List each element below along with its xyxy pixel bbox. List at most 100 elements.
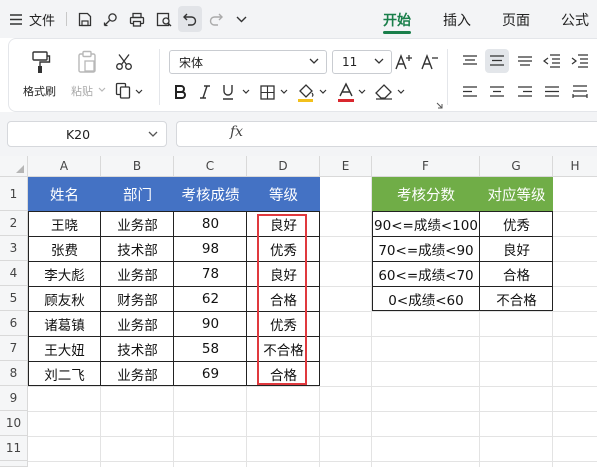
table-header-cell[interactable]: 考核成绩 bbox=[174, 177, 247, 211]
borders-icon[interactable] bbox=[258, 83, 276, 101]
fill-color-dropdown-icon[interactable] bbox=[319, 88, 327, 96]
hamburger-menu-icon[interactable] bbox=[8, 0, 24, 38]
paste-dropdown-icon[interactable] bbox=[98, 86, 106, 94]
lookup-cell[interactable]: 不合格 bbox=[480, 286, 553, 311]
font-color-dropdown-icon[interactable] bbox=[358, 88, 366, 96]
paste-icon[interactable] bbox=[75, 49, 99, 75]
table-cell[interactable]: 技术部 bbox=[101, 236, 174, 261]
decrease-font-size-icon[interactable] bbox=[419, 51, 441, 73]
align-center-icon[interactable] bbox=[487, 82, 507, 102]
lookup-header-cell[interactable]: 考核分数 bbox=[372, 177, 480, 211]
clear-format-icon[interactable] bbox=[373, 82, 395, 102]
row-header-7[interactable]: 7 bbox=[0, 336, 28, 361]
lookup-header-cell[interactable]: 对应等级 bbox=[480, 177, 553, 211]
table-cell[interactable]: 财务部 bbox=[101, 286, 174, 311]
table-cell[interactable]: 69 bbox=[174, 361, 247, 386]
decrease-indent-icon[interactable] bbox=[542, 51, 562, 71]
distributed-align-icon[interactable] bbox=[570, 82, 590, 102]
table-cell[interactable]: 业务部 bbox=[101, 311, 174, 336]
align-top-icon[interactable] bbox=[460, 51, 480, 71]
column-header-d[interactable]: D bbox=[247, 156, 320, 177]
row-header-12[interactable] bbox=[0, 461, 28, 467]
insert-function-icon[interactable]: fx bbox=[230, 124, 243, 140]
column-header-h[interactable]: H bbox=[553, 156, 597, 177]
table-cell[interactable]: 80 bbox=[174, 211, 247, 236]
column-header-a[interactable]: A bbox=[28, 156, 101, 177]
name-box[interactable]: K20 bbox=[7, 121, 167, 147]
lookup-cell[interactable]: 优秀 bbox=[480, 211, 553, 236]
row-header-11[interactable]: 11 bbox=[0, 436, 28, 461]
tab-insert[interactable]: 插入 bbox=[443, 10, 471, 30]
align-bottom-icon[interactable] bbox=[515, 51, 535, 71]
row-header-6[interactable]: 6 bbox=[0, 311, 28, 336]
table-header-cell[interactable]: 姓名 bbox=[28, 177, 101, 211]
column-header-f[interactable]: F bbox=[372, 156, 480, 177]
table-cell[interactable]: 业务部 bbox=[101, 211, 174, 236]
align-left-icon[interactable] bbox=[460, 82, 480, 102]
table-cell[interactable]: 技术部 bbox=[101, 336, 174, 361]
row-header-8[interactable]: 8 bbox=[0, 361, 28, 386]
fill-color-icon[interactable] bbox=[295, 81, 317, 103]
lookup-cell[interactable]: 良好 bbox=[480, 236, 553, 261]
quick-access-dropdown-icon[interactable] bbox=[233, 0, 249, 38]
format-painter-label[interactable]: 格式刷 bbox=[23, 83, 56, 99]
row-header-2[interactable]: 2 bbox=[0, 211, 28, 236]
table-cell[interactable]: 王大妞 bbox=[28, 336, 101, 361]
column-header-c[interactable]: C bbox=[174, 156, 247, 177]
lookup-cell[interactable]: 合格 bbox=[480, 261, 553, 286]
share-icon[interactable] bbox=[101, 0, 119, 38]
row-header-3[interactable]: 3 bbox=[0, 236, 28, 261]
spreadsheet-grid[interactable]: A B C D E F G H 1 2 3 4 5 6 7 8 9 10 11 … bbox=[0, 156, 597, 467]
increase-font-size-icon[interactable] bbox=[393, 51, 415, 73]
align-middle-icon[interactable] bbox=[485, 49, 509, 73]
redo-icon[interactable] bbox=[207, 0, 225, 38]
underline-dropdown-icon[interactable] bbox=[242, 88, 250, 96]
table-cell[interactable]: 90 bbox=[174, 311, 247, 336]
font-name-select[interactable]: 宋体 bbox=[169, 50, 327, 74]
table-cell[interactable]: 98 bbox=[174, 236, 247, 261]
print-preview-icon[interactable] bbox=[154, 0, 174, 38]
font-dialog-launcher-icon[interactable] bbox=[435, 101, 443, 109]
font-color-icon[interactable] bbox=[335, 81, 357, 103]
column-header-g[interactable]: G bbox=[480, 156, 553, 177]
row-header-1[interactable]: 1 bbox=[0, 177, 28, 211]
lookup-cell[interactable]: 70<=成绩<90 bbox=[372, 236, 480, 261]
row-header-4[interactable]: 4 bbox=[0, 261, 28, 286]
tab-home[interactable]: 开始 bbox=[383, 10, 411, 30]
table-cell[interactable]: 业务部 bbox=[101, 361, 174, 386]
table-cell[interactable]: 业务部 bbox=[101, 261, 174, 286]
table-cell[interactable]: 62 bbox=[174, 286, 247, 311]
lookup-cell[interactable]: 0<成绩<60 bbox=[372, 286, 480, 311]
tab-page[interactable]: 页面 bbox=[502, 10, 530, 30]
paste-label[interactable]: 粘贴 bbox=[71, 83, 93, 99]
italic-icon[interactable] bbox=[196, 83, 214, 101]
cut-icon[interactable] bbox=[114, 53, 134, 71]
chevron-down-icon[interactable] bbox=[148, 131, 158, 138]
save-icon[interactable] bbox=[76, 0, 94, 38]
table-header-cell[interactable]: 部门 bbox=[101, 177, 174, 211]
row-header-10[interactable]: 10 bbox=[0, 411, 28, 436]
file-menu[interactable]: 文件 bbox=[27, 0, 57, 38]
tab-formula[interactable]: 公式 bbox=[561, 10, 589, 30]
copy-dropdown-icon[interactable] bbox=[135, 88, 143, 96]
borders-dropdown-icon[interactable] bbox=[280, 88, 288, 96]
clear-format-dropdown-icon[interactable] bbox=[397, 88, 405, 96]
copy-icon[interactable] bbox=[113, 81, 133, 99]
table-cell[interactable]: 顾友秋 bbox=[28, 286, 101, 311]
justify-icon[interactable] bbox=[542, 82, 562, 102]
table-header-cell[interactable]: 等级 bbox=[247, 177, 320, 211]
font-size-select[interactable]: 11 bbox=[332, 50, 392, 74]
column-header-e[interactable]: E bbox=[320, 156, 372, 177]
lookup-cell[interactable]: 90<=成绩<100 bbox=[372, 211, 480, 236]
underline-icon[interactable] bbox=[219, 83, 237, 101]
table-cell[interactable]: 张费 bbox=[28, 236, 101, 261]
select-all-corner[interactable] bbox=[0, 156, 28, 177]
table-cell[interactable]: 诸葛镇 bbox=[28, 311, 101, 336]
table-cell[interactable]: 78 bbox=[174, 261, 247, 286]
lookup-cell[interactable]: 60<=成绩<70 bbox=[372, 261, 480, 286]
table-cell[interactable]: 王晓 bbox=[28, 211, 101, 236]
table-cell[interactable]: 58 bbox=[174, 336, 247, 361]
table-cell[interactable]: 李大彪 bbox=[28, 261, 101, 286]
column-header-b[interactable]: B bbox=[101, 156, 174, 177]
row-header-5[interactable]: 5 bbox=[0, 286, 28, 311]
